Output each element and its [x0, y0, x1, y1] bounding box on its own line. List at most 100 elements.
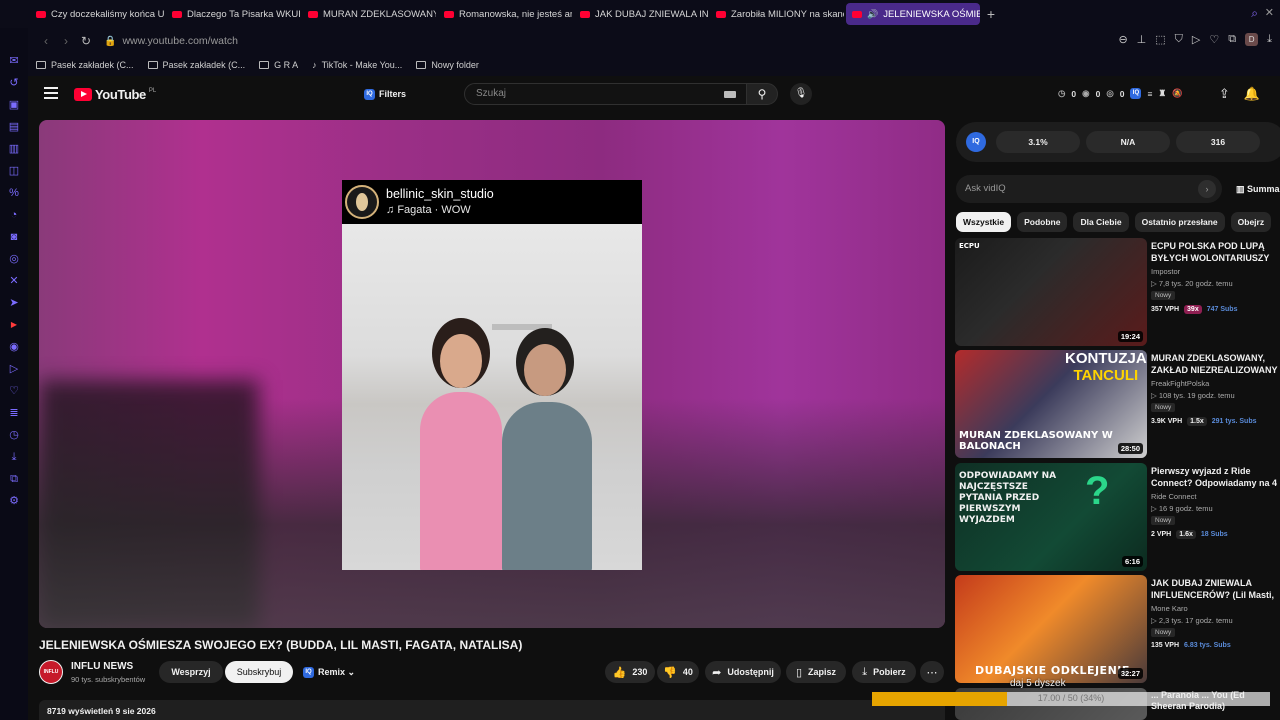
browser-tab[interactable]: MURAN ZDEKLASOWANY, [302, 3, 436, 25]
favorites-icon[interactable]: ♡ [7, 384, 21, 398]
settings-icon[interactable]: ⚙ [7, 494, 21, 508]
url-field[interactable]: www.youtube.com/watch [122, 35, 238, 47]
video-thumbnail[interactable]: ODPOWIADAMY NA NAJCZĘSTSZE PYTANIA PRZED… [955, 463, 1147, 571]
chip-all[interactable]: Wszystkie [956, 212, 1012, 232]
wallet-icon[interactable]: ▣ [7, 98, 21, 112]
recommendation-title[interactable]: MURAN ZDEKLASOWANY, ZAKŁAD NIEZREALIZOWA… [1151, 352, 1280, 376]
chevron-right-icon[interactable]: › [1198, 180, 1216, 198]
recommendation-title[interactable]: JAK DUBAJ ZNIEWALA INFLUENCERÓW? (Lil Ma… [1151, 577, 1280, 601]
heart-icon[interactable]: ♡ [1209, 33, 1219, 46]
clock-icon[interactable]: ◷ [7, 428, 21, 442]
shield-icon[interactable]: ⛉ [1175, 33, 1183, 46]
messenger-icon[interactable]: ◔ [7, 208, 21, 222]
ask-vidiq-input[interactable]: Ask vidIQ › [956, 175, 1222, 203]
download-button[interactable]: ⤓ Pobierz [852, 661, 916, 683]
vidiq-icon[interactable]: IQ [1130, 88, 1142, 99]
menu-icon[interactable] [44, 87, 58, 99]
voice-search-button[interactable]: 🎙 [790, 83, 812, 105]
profile-icon[interactable]: D [1245, 33, 1259, 46]
channel-name[interactable]: INFLU NEWS [71, 661, 133, 672]
save-button[interactable]: ▯ Zapisz [786, 661, 846, 683]
recommendation-item[interactable]: KONTUZJA TANCULI MURAN ZDEKLASOWANY W BAL… [955, 350, 1280, 458]
mail-icon[interactable]: ✉ [7, 54, 21, 68]
new-tab-button[interactable]: + [982, 5, 1000, 23]
window-close-icon[interactable]: ✕ [1265, 6, 1274, 19]
play-icon[interactable]: ▷ [1192, 33, 1200, 46]
percent-icon[interactable]: % [7, 186, 21, 200]
forward-icon[interactable]: › [56, 34, 76, 48]
x-icon[interactable]: ✕ [7, 274, 21, 288]
subscribe-button[interactable]: Subskrybuj [225, 661, 293, 683]
notes-icon[interactable]: ▥ [7, 142, 21, 156]
channel-avatar[interactable]: INFLU [39, 660, 63, 684]
instagram-icon[interactable]: ◎ [7, 252, 21, 266]
keyboard-icon[interactable] [724, 91, 736, 98]
recommendation-channel[interactable]: Mone Karo [1151, 604, 1188, 613]
dislike-button[interactable]: 👎 40 [657, 661, 699, 683]
trophy-icon[interactable]: ♜ [1158, 88, 1166, 99]
telegram-icon[interactable]: ➤ [7, 296, 21, 310]
share-button[interactable]: ➦ Udostępnij [705, 661, 781, 683]
tab-search-icon[interactable]: ⌕ [1251, 6, 1258, 21]
chat-icon[interactable]: ▤ [7, 120, 21, 134]
search-input[interactable]: Szukaj [464, 83, 748, 105]
remix-button[interactable]: IQ Remix ⌄ [297, 661, 365, 683]
bookmark-item[interactable]: ♪ TikTok - Make You... [312, 60, 402, 70]
filters-button[interactable]: IQ Filters [364, 85, 406, 103]
bookmark-item[interactable]: G R A [259, 60, 298, 70]
bell-muted-icon[interactable]: 🔕 [1172, 88, 1183, 99]
bookmark-item[interactable]: Pasek zakładek (C... [36, 60, 134, 70]
video-thumbnail[interactable]: DUBAJSKIE ODKLEJENIE 32:27 [955, 575, 1147, 683]
recommendation-item[interactable]: DUBAJSKIE ODKLEJENIE 32:27 JAK DUBAJ ZNI… [955, 575, 1280, 683]
recommendation-item[interactable]: ODPOWIADAMY NA NAJCZĘSTSZE PYTANIA PRZED… [955, 463, 1280, 571]
extensions-icon[interactable]: ⧉ [1228, 33, 1236, 46]
browser-tab[interactable]: Czy doczekaliśmy końca U [30, 3, 164, 25]
upload-icon[interactable]: ⇪ [1219, 86, 1230, 102]
chip-for-you[interactable]: Dla Ciebie [1073, 212, 1129, 232]
recommendation-channel[interactable]: Ride Connect [1151, 492, 1196, 501]
library-icon[interactable]: ≣ [7, 406, 21, 420]
list-icon[interactable]: ≡ [1147, 89, 1152, 99]
like-button[interactable]: 👍 230 [605, 661, 655, 683]
reload-icon[interactable]: ↻ [76, 34, 96, 48]
video-thumbnail[interactable]: ECPU 19:24 [955, 238, 1147, 346]
summary-button[interactable]: ▥ Summa [1236, 184, 1280, 195]
twitch-icon[interactable]: ◫ [7, 164, 21, 178]
browser-tab[interactable]: Romanowska, nie jesteś ar [438, 3, 572, 25]
recommendation-title[interactable]: ECPU POLSKA POD LUPĄ BYŁYCH WOLONTARIUSZ… [1151, 240, 1280, 264]
screenshot-icon[interactable]: ⬚ [1155, 33, 1165, 46]
search-button[interactable]: ⚲ [746, 83, 778, 105]
description-box[interactable]: 8719 wyświetleń 9 sie 2026 [39, 700, 945, 720]
video-player[interactable]: bellinic_skin_studio ♫ Fagata · WOW [39, 120, 945, 628]
video-thumbnail[interactable]: KONTUZJA TANCULI MURAN ZDEKLASOWANY W BAL… [955, 350, 1147, 458]
bookmark-item[interactable]: Pasek zakładek (C... [147, 60, 245, 70]
browser-tab[interactable]: Zarobiła MILIONY na skand [710, 3, 844, 25]
chip-similar[interactable]: Podobne [1017, 212, 1068, 232]
bookmark-item[interactable]: Nowy folder [416, 60, 479, 70]
pin-icon[interactable]: ⊥ [1137, 33, 1147, 46]
notifications-icon[interactable]: 🔔 [1244, 86, 1260, 102]
recommendation-item[interactable]: ECPU 19:24 ECPU POLSKA POD LUPĄ BYŁYCH W… [955, 238, 1280, 346]
recommendation-channel[interactable]: Impostor [1151, 267, 1180, 276]
discord-icon[interactable]: ◙ [7, 230, 21, 244]
music-icon[interactable]: ◉ [7, 340, 21, 354]
download-icon[interactable]: ⤓ [1267, 33, 1272, 46]
zoom-icon[interactable]: ⊖ [1118, 33, 1127, 46]
browser-tab[interactable]: Dlaczego Ta Pisarka WKUR [166, 3, 300, 25]
recommendation-channel[interactable]: FreakFightPolska [1151, 379, 1209, 388]
extensions-icon[interactable]: ⧉ [7, 472, 21, 486]
browser-tab-active[interactable]: 🔊 JELENIEWSKA OŚMIES [846, 3, 980, 25]
youtube-icon[interactable]: ▶ [7, 318, 21, 332]
lock-icon[interactable]: 🔒 [104, 36, 116, 47]
more-actions-button[interactable]: ⋯ [920, 661, 944, 683]
recommendation-title[interactable]: Pierwszy wyjazd z Ride Connect? Odpowiad… [1151, 465, 1280, 489]
vidiq-icon[interactable]: IQ [966, 132, 986, 152]
send-icon[interactable]: ▷ [7, 362, 21, 376]
back-icon[interactable]: ‹ [36, 34, 56, 48]
chip-recent[interactable]: Ostatnio przesłane [1134, 212, 1225, 232]
history-icon[interactable]: ↺ [7, 76, 21, 90]
browser-tab[interactable]: JAK DUBAJ ZNIEWALA INF [574, 3, 708, 25]
support-button[interactable]: Wesprzyj [159, 661, 223, 683]
youtube-logo[interactable]: YouTube PL [74, 87, 156, 102]
downloads-icon[interactable]: ⤓ [7, 450, 21, 464]
